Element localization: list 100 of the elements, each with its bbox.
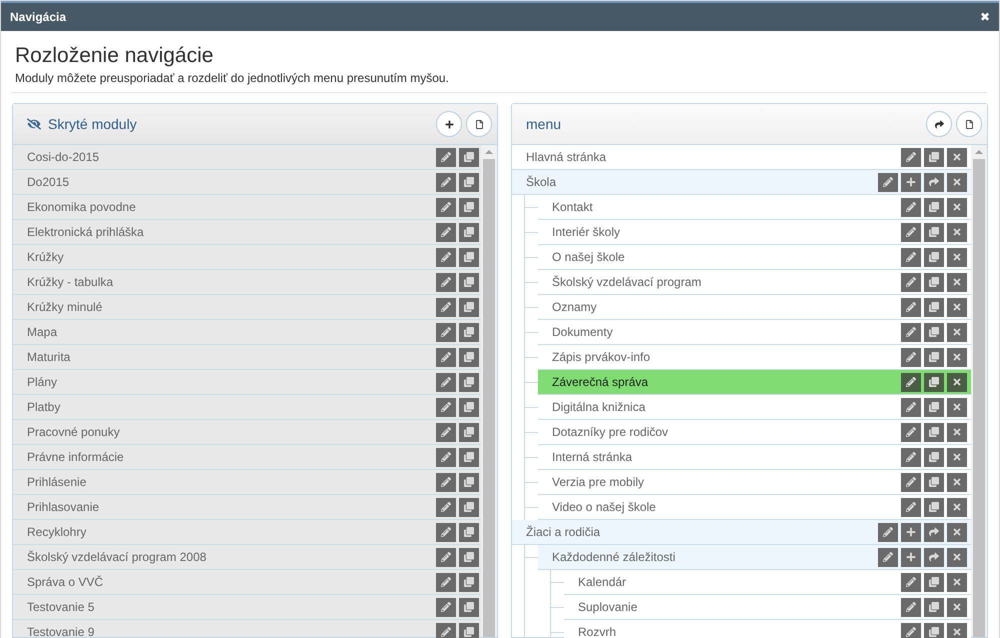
menu-item[interactable]: Suplovanie [564,595,971,620]
close-button[interactable] [947,348,967,366]
copy-button[interactable] [924,222,944,242]
close-button[interactable] [947,422,967,442]
copy-button[interactable] [459,372,479,392]
menu-item[interactable]: Dotazníky pre rodičov [538,420,971,445]
close-button[interactable] [947,372,967,392]
module-item[interactable]: Recyklohry [13,520,481,545]
close-button[interactable] [947,498,967,516]
pencil-button[interactable] [901,348,921,366]
module-item[interactable]: Prihlasovanie [13,495,481,520]
menu-item[interactable]: Dokumenty [538,320,971,345]
module-item[interactable]: Ekonomika povodne [13,195,481,220]
close-button[interactable] [947,222,967,242]
copy-button[interactable] [924,598,944,616]
copy-button[interactable] [459,622,479,638]
menu-item[interactable]: Video o našej škole [538,495,971,520]
close-button[interactable] [947,548,967,566]
copy-button[interactable] [459,222,479,242]
menu-item[interactable]: Hlavná stránka [512,145,971,170]
copy-button[interactable] [924,148,944,166]
menu-item[interactable]: Školský vzdelávací program [538,270,971,295]
pencil-button[interactable] [901,298,921,316]
pencil-button[interactable] [436,322,456,342]
copy-button[interactable] [459,498,479,516]
pencil-button[interactable] [436,522,456,542]
menu-item[interactable]: Verzia pre mobily [538,470,971,495]
plus-button[interactable] [901,522,921,542]
copy-button[interactable] [459,398,479,416]
menu-item[interactable]: Rozvrh [564,620,971,638]
file-button[interactable] [466,111,492,137]
module-item[interactable]: Krúžky [13,245,481,270]
copy-button[interactable] [924,572,944,592]
module-item[interactable]: Pracovné ponuky [13,420,481,445]
pencil-button[interactable] [436,398,456,416]
pencil-button[interactable] [901,398,921,416]
pencil-button[interactable] [901,322,921,342]
close-button[interactable] [947,398,967,416]
close-button[interactable]: ✖ [980,8,990,26]
pencil-button[interactable] [436,298,456,316]
module-item[interactable]: Maturita [13,345,481,370]
module-item[interactable]: Mapa [13,320,481,345]
pencil-button[interactable] [901,498,921,516]
copy-button[interactable] [924,372,944,392]
add-button[interactable] [436,111,462,137]
copy-button[interactable] [459,348,479,366]
pencil-button[interactable] [901,222,921,242]
menu-item[interactable]: Každodenné záležitosti [538,545,971,570]
close-button[interactable] [947,322,967,342]
copy-button[interactable] [459,272,479,292]
file-button[interactable] [956,111,982,137]
module-item[interactable]: Testovanie 9 [13,620,481,638]
pencil-button[interactable] [878,172,898,192]
copy-button[interactable] [459,448,479,466]
plus-button[interactable] [901,548,921,566]
module-item[interactable]: Platby [13,395,481,420]
pencil-button[interactable] [436,222,456,242]
arrow-button[interactable] [924,548,944,566]
menu-item[interactable]: Interná stránka [538,445,971,470]
pencil-button[interactable] [436,348,456,366]
close-button[interactable] [947,448,967,466]
pencil-button[interactable] [436,148,456,166]
copy-button[interactable] [459,298,479,316]
menu-item[interactable]: Kalendár [564,570,971,595]
module-item[interactable]: Testovanie 5 [13,595,481,620]
pencil-button[interactable] [436,472,456,492]
arrow-button[interactable] [924,172,944,192]
plus-button[interactable] [901,172,921,192]
pencil-button[interactable] [878,548,898,566]
close-button[interactable] [947,522,967,542]
copy-button[interactable] [924,272,944,292]
module-item[interactable]: Správa o VVČ [13,570,481,595]
pencil-button[interactable] [901,372,921,392]
close-button[interactable] [947,472,967,492]
copy-button[interactable] [924,472,944,492]
copy-button[interactable] [459,172,479,192]
copy-button[interactable] [459,148,479,166]
scrollbar[interactable] [971,145,987,637]
menu-item[interactable]: Kontakt [538,195,971,220]
copy-button[interactable] [459,522,479,542]
module-item[interactable]: Krúžky minulé [13,295,481,320]
menu-item[interactable]: Škola [512,170,971,195]
pencil-button[interactable] [901,472,921,492]
pencil-button[interactable] [436,548,456,566]
copy-button[interactable] [459,422,479,442]
close-button[interactable] [947,622,967,638]
close-button[interactable] [947,148,967,166]
pencil-button[interactable] [436,198,456,216]
copy-button[interactable] [459,472,479,492]
copy-button[interactable] [924,322,944,342]
close-button[interactable] [947,248,967,266]
pencil-button[interactable] [436,572,456,592]
menu-item[interactable]: O našej škole [538,245,971,270]
pencil-button[interactable] [436,598,456,616]
close-button[interactable] [947,172,967,192]
menu-item[interactable]: Interiér školy [538,220,971,245]
copy-button[interactable] [924,622,944,638]
module-item[interactable]: Právne informácie [13,445,481,470]
copy-button[interactable] [459,198,479,216]
close-button[interactable] [947,298,967,316]
